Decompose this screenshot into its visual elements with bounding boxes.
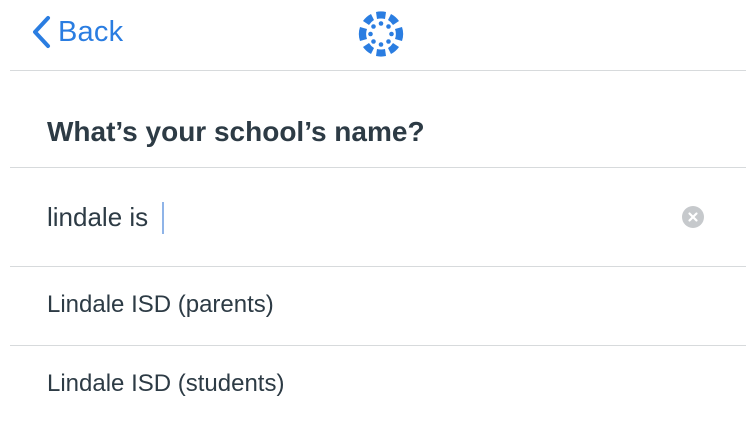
nav-divider	[10, 70, 746, 71]
navigation-bar: Back	[0, 0, 746, 70]
heading-divider	[10, 167, 746, 168]
back-label: Back	[58, 15, 124, 48]
text-caret	[162, 202, 164, 234]
search-row	[0, 169, 746, 266]
page-title: What’s your school’s name?	[47, 116, 425, 147]
school-result-label: Lindale ISD (parents)	[47, 291, 274, 318]
chevron-left-icon	[33, 16, 50, 48]
clear-search-button[interactable]	[682, 206, 704, 228]
list-item[interactable]: Lindale ISD (students)	[0, 346, 746, 421]
find-school-screen: Back What’s your school’s name? lindale …	[0, 0, 746, 421]
list-item[interactable]: Lindale ISD (parents)	[0, 267, 746, 345]
clear-icon	[688, 212, 698, 222]
canvas-logo-icon	[358, 11, 404, 57]
school-search-input[interactable]	[47, 195, 647, 239]
back-button[interactable]: Back	[30, 12, 123, 52]
school-result-label: Lindale ISD (students)	[47, 370, 285, 397]
